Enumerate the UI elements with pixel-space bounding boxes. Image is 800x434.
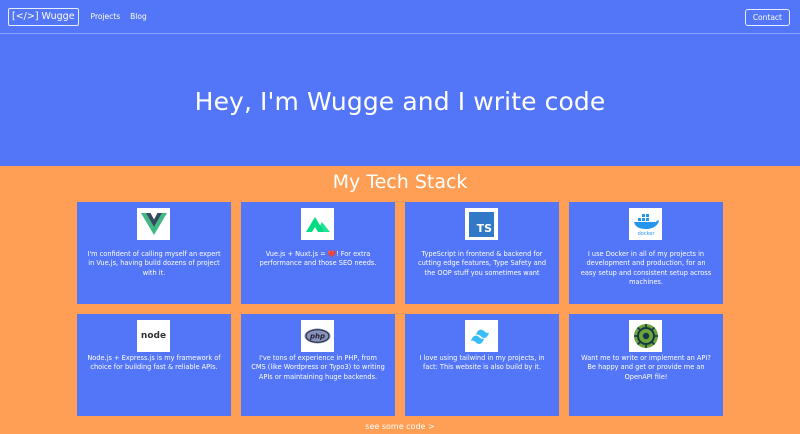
- docker-icon-label: docker: [637, 231, 655, 236]
- node-icon: node: [137, 320, 170, 352]
- see-code-link[interactable]: see some code >: [0, 422, 800, 431]
- tech-card-text: Want me to write or implement an API? Be…: [581, 354, 711, 381]
- ts-icon-label: TS: [469, 211, 494, 237]
- php-icon-label: php: [309, 333, 325, 341]
- contact-button[interactable]: Contact: [744, 9, 790, 26]
- tech-card-typescript: TS TypeScript in frontend & backend for …: [405, 202, 559, 304]
- tech-card-text: I'm confident of calling myself an exper…: [87, 250, 221, 277]
- tech-card-node: node Node.js + Express.js is my framewor…: [77, 314, 231, 416]
- tech-card-text: I've tons of experience in PHP, from CMS…: [251, 354, 385, 381]
- tech-card-php: php I've tons of experience in PHP, from…: [241, 314, 395, 416]
- tech-card-text: Vue.js + Nuxt.js = ❤️! For extra perform…: [259, 250, 377, 268]
- tech-card-tailwind: I love using tailwind in my projects, in…: [405, 314, 559, 416]
- tech-card-text: TypeScript in frontend & backend for cut…: [417, 250, 547, 277]
- site-logo[interactable]: [</>] Wugge: [8, 7, 79, 26]
- tech-stack-title: My Tech Stack: [332, 171, 468, 193]
- openapi-icon: [629, 320, 662, 352]
- tech-card-openapi: Want me to write or implement an API? Be…: [569, 314, 723, 416]
- docker-icon: docker: [629, 208, 662, 240]
- tech-card-text: I love using tailwind in my projects, in…: [419, 354, 545, 372]
- top-navbar: [</>] Wugge Projects Blog Contact: [0, 0, 800, 34]
- vue-icon: [137, 208, 170, 240]
- tech-card-docker: docker I use Docker in all of my project…: [569, 202, 723, 304]
- php-icon: php: [301, 320, 334, 352]
- hero-section: Hey, I'm Wugge and I write code: [0, 34, 800, 166]
- typescript-icon: TS: [465, 208, 498, 240]
- tailwind-icon: [465, 320, 498, 352]
- node-icon-label: node: [140, 331, 167, 341]
- nav-link-projects[interactable]: Projects: [91, 12, 121, 21]
- tech-card-nuxt: Vue.js + Nuxt.js = ❤️! For extra perform…: [241, 202, 395, 304]
- tech-card-text: Node.js + Express.js is my framework of …: [87, 354, 221, 372]
- tech-stack-grid: I'm confident of calling myself an exper…: [77, 202, 723, 416]
- hero-title: Hey, I'm Wugge and I write code: [194, 87, 606, 116]
- tech-card-text: I use Docker in all of my projects in de…: [580, 250, 712, 287]
- nav-link-blog[interactable]: Blog: [130, 12, 147, 21]
- tech-card-vue: I'm confident of calling myself an exper…: [77, 202, 231, 304]
- nuxt-icon: [301, 208, 334, 240]
